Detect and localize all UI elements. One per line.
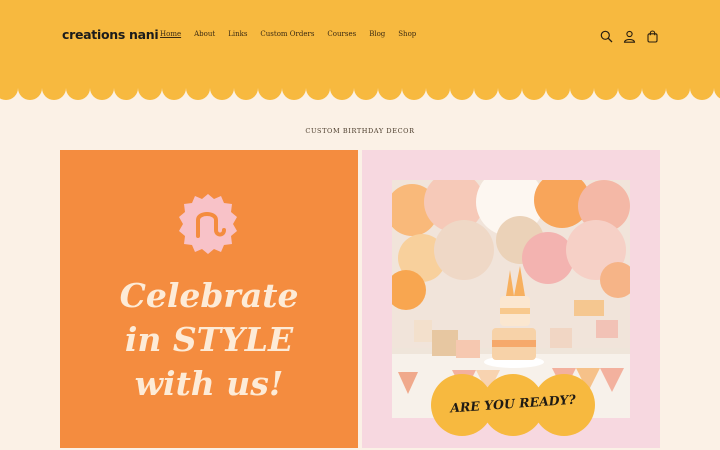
headline-line-2: in STYLE <box>124 320 294 359</box>
scallop-bump <box>234 86 258 100</box>
section-eyebrow: CUSTOM BIRTHDAY DECOR <box>305 127 415 135</box>
scallop-bump <box>402 86 426 100</box>
header-icons <box>600 28 659 43</box>
hero-left-panel: Celebrate in STYLE with us! <box>60 150 358 448</box>
nav-courses[interactable]: Courses <box>327 30 356 39</box>
scallop-bump <box>282 86 306 100</box>
header-scallop-edge <box>0 86 720 100</box>
nav-home[interactable]: Home <box>160 30 181 39</box>
nav-shop[interactable]: Shop <box>398 30 416 39</box>
scallop-bump <box>210 86 234 100</box>
scallop-bump <box>666 86 690 100</box>
scallop-bump <box>522 86 546 100</box>
nav-about[interactable]: About <box>194 30 215 39</box>
scallop-bump <box>66 86 90 100</box>
scallop-bump <box>354 86 378 100</box>
scallop-bump <box>186 86 210 100</box>
hero-headline: Celebrate in STYLE with us! <box>60 274 358 406</box>
brand-badge-icon <box>179 194 237 254</box>
search-icon[interactable] <box>600 28 613 43</box>
headline-line-3: with us! <box>134 364 284 403</box>
scallop-bump <box>162 86 186 100</box>
nav-custom-orders[interactable]: Custom Orders <box>260 30 314 39</box>
scallop-bump <box>570 86 594 100</box>
main-nav: Home About Links Custom Orders Courses B… <box>160 30 429 39</box>
scallop-bump <box>450 86 474 100</box>
scallop-bump <box>0 86 18 100</box>
scallop-bump <box>642 86 666 100</box>
scallop-bump <box>42 86 66 100</box>
scallop-bump <box>90 86 114 100</box>
scallop-bump <box>690 86 714 100</box>
nav-links[interactable]: Links <box>228 30 247 39</box>
scallop-bump <box>618 86 642 100</box>
scallop-bump <box>138 86 162 100</box>
scallop-bump <box>114 86 138 100</box>
scallop-bump <box>378 86 402 100</box>
nav-blog[interactable]: Blog <box>369 30 385 39</box>
scallop-bump <box>426 86 450 100</box>
site-header: creations nani Home About Links Custom O… <box>0 0 720 88</box>
hero-right-panel: ARE YOU READY? <box>362 150 660 448</box>
site-logo[interactable]: creations nani <box>62 27 159 42</box>
scallop-bump <box>258 86 282 100</box>
account-icon[interactable] <box>623 28 636 43</box>
cart-icon[interactable] <box>646 28 659 43</box>
headline-line-1: Celebrate <box>119 276 299 315</box>
scallop-bump <box>330 86 354 100</box>
scallop-bump <box>594 86 618 100</box>
ready-badge: ARE YOU READY? <box>428 374 598 436</box>
scallop-bump <box>498 86 522 100</box>
scallop-bump <box>546 86 570 100</box>
scallop-bump <box>474 86 498 100</box>
scallop-bump <box>306 86 330 100</box>
scallop-bump <box>18 86 42 100</box>
scallop-bump <box>714 86 720 99</box>
